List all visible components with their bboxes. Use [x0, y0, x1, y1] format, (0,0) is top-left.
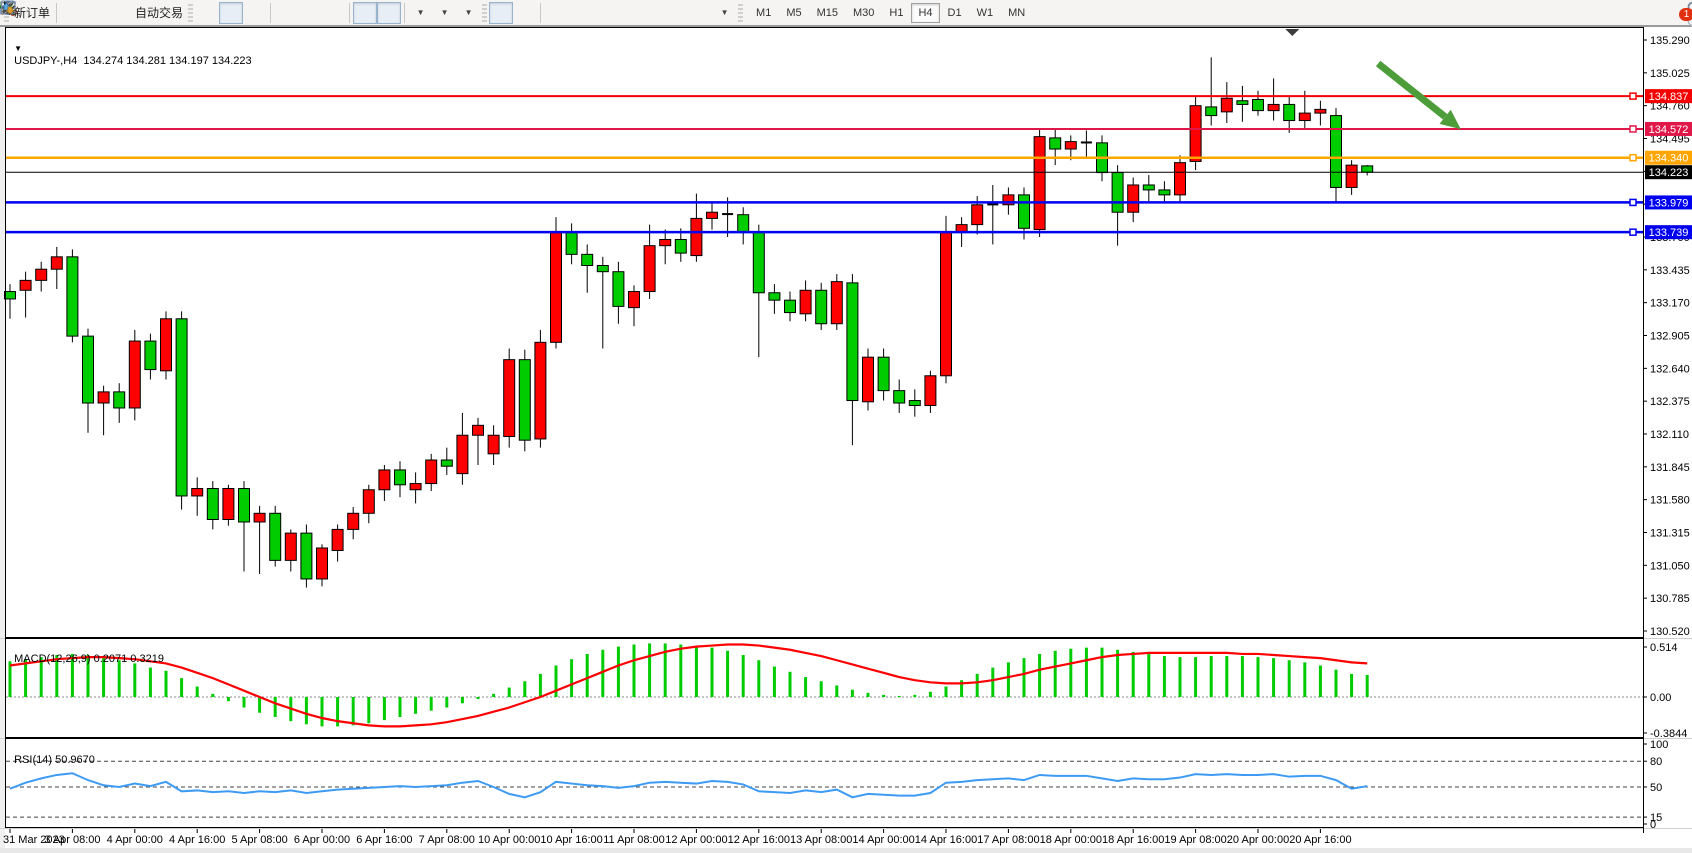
svg-text:132.640: 132.640: [1650, 363, 1690, 375]
svg-text:133.979: 133.979: [1649, 197, 1689, 209]
svg-text:131.050: 131.050: [1650, 560, 1690, 572]
svg-text:134.572: 134.572: [1649, 124, 1689, 136]
svg-text:18 Apr 00:00: 18 Apr 00:00: [1040, 834, 1102, 846]
svg-text:0.514: 0.514: [1650, 642, 1678, 654]
svg-text:17 Apr 08:00: 17 Apr 08:00: [977, 834, 1039, 846]
svg-text:20 Apr 16:00: 20 Apr 16:00: [1289, 834, 1351, 846]
svg-text:133.170: 133.170: [1650, 298, 1690, 310]
chart-title[interactable]: ▼ USDJPY-,H4 134.274 134.281 134.197 134…: [8, 31, 252, 67]
rsi-indicator-label: RSI(14) 50.9670: [8, 742, 95, 766]
svg-text:11 Apr 08:00: 11 Apr 08:00: [603, 834, 665, 846]
svg-text:130.785: 130.785: [1650, 593, 1690, 605]
chart-symbol-period: USDJPY-,H4: [14, 55, 77, 67]
svg-text:135.290: 135.290: [1650, 35, 1690, 47]
svg-text:4 Apr 00:00: 4 Apr 00:00: [107, 834, 163, 846]
svg-text:14 Apr 00:00: 14 Apr 00:00: [852, 834, 914, 846]
svg-text:100: 100: [1650, 739, 1668, 751]
svg-text:6 Apr 00:00: 6 Apr 00:00: [294, 834, 350, 846]
svg-text:6 Apr 16:00: 6 Apr 16:00: [356, 834, 412, 846]
svg-text:134.837: 134.837: [1649, 91, 1689, 103]
svg-text:80: 80: [1650, 756, 1662, 768]
svg-text:12 Apr 00:00: 12 Apr 00:00: [665, 834, 727, 846]
svg-text:133.739: 133.739: [1649, 227, 1689, 239]
macd-indicator-label: MACD(12,26,9) 0.2071 0.3219: [8, 641, 164, 665]
svg-text:130.520: 130.520: [1650, 626, 1690, 638]
svg-text:134.340: 134.340: [1649, 153, 1689, 165]
mt4-window: { "toolbar": { "new_order_label": "新订单",…: [0, 0, 1692, 853]
svg-text:134.223: 134.223: [1649, 167, 1689, 179]
ohlc-expander-icon[interactable]: ▼: [14, 44, 22, 53]
svg-text:20 Apr 00:00: 20 Apr 00:00: [1227, 834, 1289, 846]
svg-text:13 Apr 08:00: 13 Apr 08:00: [790, 834, 852, 846]
svg-text:135.025: 135.025: [1650, 68, 1690, 80]
svg-text:3 Apr 08:00: 3 Apr 08:00: [44, 834, 100, 846]
svg-text:19 Apr 08:00: 19 Apr 08:00: [1164, 834, 1226, 846]
svg-text:14 Apr 16:00: 14 Apr 16:00: [915, 834, 977, 846]
rsi-title: RSI(14): [14, 754, 52, 766]
svg-text:10 Apr 16:00: 10 Apr 16:00: [540, 834, 602, 846]
svg-text:0: 0: [1650, 819, 1656, 831]
svg-text:5 Apr 08:00: 5 Apr 08:00: [231, 834, 287, 846]
svg-text:131.315: 131.315: [1650, 528, 1690, 540]
svg-text:131.580: 131.580: [1650, 495, 1690, 507]
svg-text:7 Apr 08:00: 7 Apr 08:00: [419, 834, 475, 846]
svg-text:131.845: 131.845: [1650, 462, 1690, 474]
svg-text:132.110: 132.110: [1650, 429, 1689, 441]
rsi-value: 50.9670: [55, 754, 95, 766]
svg-text:50: 50: [1650, 782, 1662, 794]
svg-text:133.435: 133.435: [1650, 265, 1690, 277]
svg-text:4 Apr 16:00: 4 Apr 16:00: [169, 834, 225, 846]
macd-values: 0.2071 0.3219: [94, 653, 164, 665]
svg-text:132.905: 132.905: [1650, 331, 1690, 343]
macd-title: MACD(12,26,9): [14, 653, 90, 665]
chart-canvas: 135.290135.025134.760134.495134.230133.9…: [0, 0, 1692, 853]
svg-text:10 Apr 00:00: 10 Apr 00:00: [478, 834, 540, 846]
svg-text:12 Apr 16:00: 12 Apr 16:00: [728, 834, 790, 846]
chart-ohlc-values: 134.274 134.281 134.197 134.223: [83, 55, 251, 67]
svg-text:0.00: 0.00: [1650, 692, 1671, 704]
svg-text:132.375: 132.375: [1650, 396, 1690, 408]
svg-text:18 Apr 16:00: 18 Apr 16:00: [1102, 834, 1164, 846]
